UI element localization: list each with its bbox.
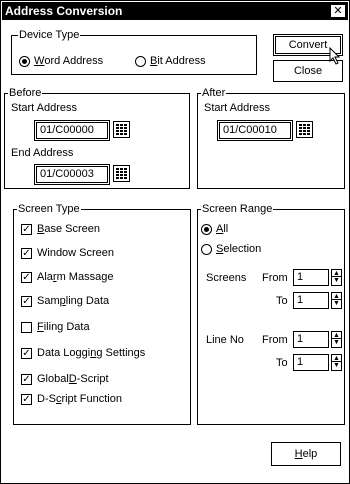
device-type-title: Device Type bbox=[18, 29, 81, 42]
word-address-radio[interactable]: Word Address bbox=[19, 55, 103, 67]
selection-radio[interactable]: Selection bbox=[201, 243, 261, 255]
line-to-field[interactable]: 1 bbox=[293, 354, 329, 371]
keypad-icon[interactable] bbox=[113, 121, 130, 138]
screen-type-checkbox[interactable]: ✓ D-S c ript Function bbox=[21, 393, 122, 405]
before-title: Before bbox=[8, 87, 43, 100]
screen-type-checkbox[interactable]: ✓ Ala r m Massage bbox=[21, 271, 113, 283]
before-start-address-field[interactable]: 01/C00000 bbox=[34, 120, 110, 141]
checkmark-icon: ✓ bbox=[21, 373, 32, 385]
line-no-label: Line No bbox=[206, 334, 244, 346]
keypad-icon[interactable] bbox=[113, 165, 130, 182]
checkmark-icon: ✓ bbox=[21, 347, 32, 359]
screens-to-label: To bbox=[276, 295, 288, 307]
radio-indicator bbox=[135, 55, 146, 67]
checkbox-empty-icon bbox=[21, 321, 32, 333]
all-radio[interactable]: All bbox=[201, 223, 228, 235]
line-from-field[interactable]: 1 bbox=[293, 331, 329, 348]
screen-range-title: Screen Range bbox=[201, 203, 274, 216]
screens-to-field[interactable]: 1 bbox=[293, 292, 329, 309]
keypad-icon[interactable] bbox=[296, 121, 313, 138]
window-title: Address Conversion bbox=[5, 4, 123, 18]
radio-indicator bbox=[201, 223, 212, 235]
spin-arrows-icon[interactable]: ▲ ▼ bbox=[331, 269, 342, 286]
before-end-address-field[interactable]: 01/C00003 bbox=[34, 164, 110, 185]
before-end-label: End Address bbox=[11, 147, 74, 159]
mouse-cursor-icon bbox=[329, 47, 341, 65]
screen-type-checkbox[interactable]: ✓ Data Loggi n g Settings bbox=[21, 347, 145, 359]
screen-type-checkbox[interactable]: Filing Data bbox=[21, 321, 90, 333]
line-from-label: From bbox=[262, 334, 288, 346]
radio-indicator bbox=[201, 243, 212, 255]
radio-indicator bbox=[19, 55, 30, 67]
title-bar: Address Conversion ✕ bbox=[2, 2, 348, 20]
screens-label: Screens bbox=[206, 272, 247, 284]
screen-type-checkbox[interactable]: ✓ Global D -Script bbox=[21, 373, 109, 385]
after-start-label: Start Address bbox=[204, 102, 271, 114]
spin-arrows-icon[interactable]: ▲ ▼ bbox=[331, 354, 342, 371]
after-title: After bbox=[201, 87, 227, 100]
checkmark-icon: ✓ bbox=[21, 223, 32, 235]
screen-type-checkbox[interactable]: ✓ Sam p ling Data bbox=[21, 295, 109, 307]
spin-arrows-icon[interactable]: ▲ ▼ bbox=[331, 331, 342, 348]
screen-type-title: Screen Type bbox=[17, 203, 81, 216]
help-button[interactable]: Help bbox=[271, 442, 341, 466]
screen-type-checkbox[interactable]: ✓ Base Screen bbox=[21, 223, 100, 235]
address-conversion-dialog: Address Conversion ✕ Device Type Word Ad… bbox=[0, 0, 350, 484]
screens-from-field[interactable]: 1 bbox=[293, 269, 329, 286]
screen-range-group: Screen Range bbox=[197, 203, 345, 425]
line-to-label: To bbox=[276, 357, 288, 369]
bit-address-radio[interactable]: Bit Address bbox=[135, 55, 206, 67]
screens-from-label: From bbox=[262, 272, 288, 284]
before-start-label: Start Address bbox=[11, 102, 78, 114]
spin-arrows-icon[interactable]: ▲ ▼ bbox=[331, 292, 342, 309]
checkmark-icon: ✓ bbox=[21, 295, 32, 307]
checkmark-icon: ✓ bbox=[21, 393, 32, 405]
screen-type-checkbox[interactable]: ✓ Window Screen bbox=[21, 247, 114, 259]
close-window-button[interactable]: ✕ bbox=[330, 4, 346, 18]
checkmark-icon: ✓ bbox=[21, 247, 32, 259]
after-start-address-field[interactable]: 01/C00010 bbox=[217, 120, 293, 141]
checkmark-icon: ✓ bbox=[21, 271, 32, 283]
